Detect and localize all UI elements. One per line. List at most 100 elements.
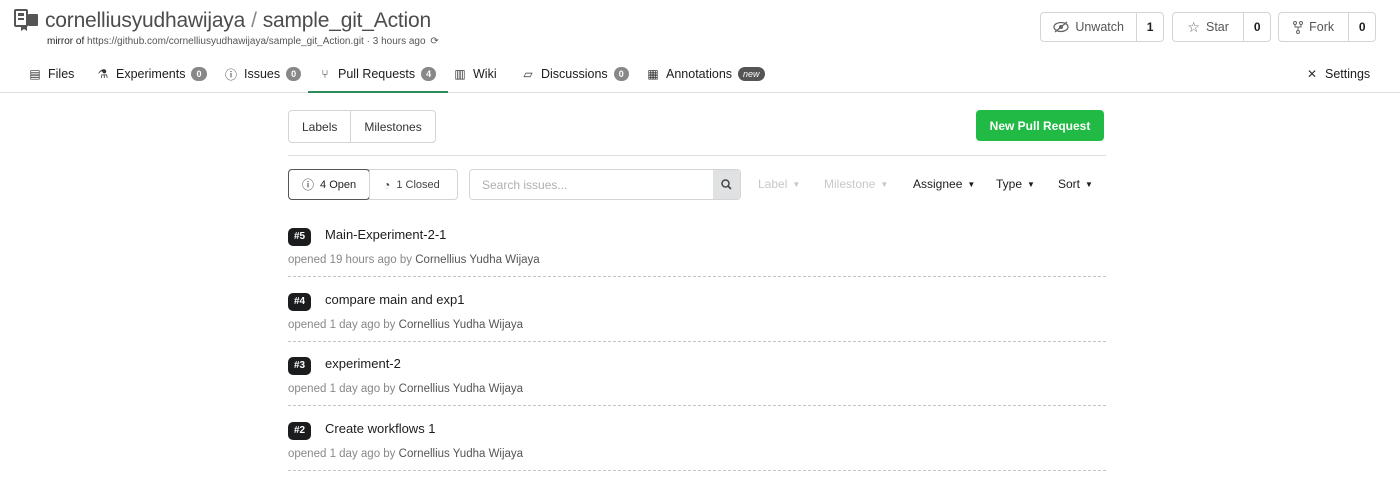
- pr-author-link[interactable]: Cornellius Yudha Wijaya: [399, 448, 523, 460]
- closed-count-label: 1 Closed: [396, 178, 440, 191]
- pr-opened-text: opened 1 day ago by: [288, 383, 396, 395]
- tab-pull-requests[interactable]: ⑂ Pull Requests 4: [308, 56, 449, 93]
- fork-button-group: Fork 0: [1278, 12, 1376, 42]
- fork-button[interactable]: Fork: [1279, 13, 1350, 41]
- mirror-info: mirror of https://github.com/cornelliusy…: [47, 36, 439, 47]
- milestone-filter-dropdown: Milestone ▼: [824, 177, 888, 191]
- tab-label: Annotations: [666, 67, 733, 81]
- forks-count[interactable]: 0: [1349, 13, 1375, 41]
- star-label: Star: [1205, 20, 1229, 34]
- pr-meta: opened 1 day ago by Cornellius Yudha Wij…: [288, 448, 523, 460]
- pr-number-badge: #5: [288, 228, 312, 246]
- tab-label: Issues: [244, 67, 281, 81]
- pr-author-link[interactable]: Cornellius Yudha Wijaya: [399, 319, 523, 331]
- stars-count[interactable]: 0: [1244, 13, 1270, 41]
- sort-dropdown[interactable]: Sort ▼: [1058, 177, 1093, 191]
- pr-author-link[interactable]: Cornellius Yudha Wijaya: [415, 254, 539, 266]
- caret-down-icon: ▼: [967, 179, 976, 189]
- tab-label: Files: [48, 67, 75, 81]
- type-filter-label: Type: [996, 177, 1023, 191]
- fork-icon: [1293, 20, 1304, 34]
- pr-number-badge: #2: [288, 422, 312, 440]
- state-toggle: ⓘ 4 Open ◔ 1 Closed: [288, 169, 459, 200]
- tab-issues[interactable]: ⓘ Issues 0: [224, 56, 302, 92]
- labels-button[interactable]: Labels: [289, 111, 350, 142]
- list-item: #4 compare main and exp1 opened 1 day ag…: [288, 292, 1106, 342]
- assignee-filter-dropdown[interactable]: Assignee ▼: [913, 177, 975, 191]
- pr-number-badge: #3: [288, 357, 312, 375]
- issue-closed-icon: ◔: [383, 177, 391, 192]
- fork-label: Fork: [1309, 20, 1335, 34]
- list-item: #3 experiment-2 opened 1 day ago by Corn…: [288, 356, 1106, 406]
- tab-discussions[interactable]: ▱ Discussions 0: [521, 56, 629, 92]
- pr-opened-text: opened 1 day ago by: [288, 448, 396, 460]
- tab-settings[interactable]: ✕ Settings: [1305, 56, 1370, 92]
- pull-request-icon: ⑂: [321, 66, 329, 81]
- book-icon: ▥: [454, 67, 466, 81]
- tab-wiki[interactable]: ▥ Wiki: [453, 56, 497, 92]
- comments-icon: ▱: [523, 67, 533, 81]
- tab-badge: 0: [613, 67, 629, 81]
- tab-label: Wiki: [473, 67, 497, 81]
- search-icon: [721, 179, 732, 190]
- tools-icon: ✕: [1306, 67, 1318, 81]
- sync-icon[interactable]: ⟳: [430, 36, 438, 47]
- repo-header: cornelliusyudhawijaya / sample_git_Action …: [0, 0, 1400, 56]
- caret-down-icon: ▼: [792, 179, 801, 189]
- tab-label: Settings: [1325, 67, 1371, 81]
- star-icon: ☆: [1187, 18, 1200, 35]
- star-button-group: ☆ Star 0: [1172, 12, 1271, 42]
- annotation-icon: ▦: [647, 67, 659, 81]
- repo-name-link[interactable]: sample_git_Action: [263, 9, 431, 32]
- new-badge: new: [738, 67, 765, 81]
- issue-open-icon: ⓘ: [302, 178, 315, 192]
- unwatch-button[interactable]: Unwatch: [1041, 13, 1138, 41]
- star-button[interactable]: ☆ Star: [1173, 13, 1245, 41]
- tab-files[interactable]: ▤ Files: [28, 56, 74, 92]
- eye-slash-icon: [1053, 21, 1069, 33]
- caret-down-icon: ▼: [880, 179, 889, 189]
- pr-title-link[interactable]: Main-Experiment-2-1: [325, 227, 446, 242]
- pr-meta: opened 19 hours ago by Cornellius Yudha …: [288, 254, 540, 266]
- search-input[interactable]: [470, 170, 713, 199]
- repo-mirror-icon: [14, 9, 38, 31]
- mirror-url-link[interactable]: https://github.com/cornelliusyudhawijaya…: [87, 36, 364, 47]
- closed-filter-button[interactable]: ◔ 1 Closed: [369, 170, 457, 199]
- unwatch-label: Unwatch: [1075, 20, 1124, 34]
- repo-owner-link[interactable]: cornelliusyudhawijaya: [45, 9, 245, 32]
- open-count-label: 4 Open: [320, 178, 357, 191]
- watchers-count[interactable]: 1: [1137, 13, 1163, 41]
- flask-icon: ⚗: [97, 67, 109, 81]
- pr-number-badge: #4: [288, 293, 312, 311]
- tab-experiments[interactable]: ⚗ Experiments 0: [96, 56, 207, 92]
- caret-down-icon: ▼: [1085, 179, 1093, 189]
- mirror-sync-time: · 3 hours ago: [366, 36, 426, 47]
- pr-title-link[interactable]: Create workflows 1: [325, 421, 436, 436]
- tab-badge: 0: [286, 67, 302, 81]
- pr-author-link[interactable]: Cornellius Yudha Wijaya: [399, 383, 523, 395]
- tab-label: Discussions: [541, 67, 608, 81]
- label-filter-label: Label: [758, 177, 788, 191]
- watch-button-group: Unwatch 1: [1040, 12, 1164, 42]
- divider: [288, 155, 1106, 156]
- list-item: #5 Main-Experiment-2-1 opened 19 hours a…: [288, 227, 1106, 277]
- milestones-button[interactable]: Milestones: [350, 111, 434, 142]
- labels-milestones-group: Labels Milestones: [288, 110, 436, 143]
- pr-title-link[interactable]: compare main and exp1: [325, 292, 464, 307]
- tab-annotations[interactable]: ▦ Annotations new: [646, 56, 765, 92]
- repo-separator: /: [251, 9, 257, 32]
- pr-title-link[interactable]: experiment-2: [325, 356, 401, 371]
- caret-down-icon: ▼: [1027, 179, 1035, 189]
- issue-icon: ⓘ: [224, 67, 237, 82]
- file-icon: ▤: [29, 67, 41, 81]
- search-box: [469, 169, 741, 200]
- pr-meta: opened 1 day ago by Cornellius Yudha Wij…: [288, 319, 523, 331]
- repo-tabs: ▤ Files ⚗ Experiments 0 ⓘ Issues 0 ⑂ Pul…: [0, 56, 1400, 93]
- new-pull-request-button[interactable]: New Pull Request: [976, 110, 1104, 141]
- type-filter-dropdown[interactable]: Type ▼: [996, 177, 1035, 191]
- tab-label: Experiments: [116, 67, 186, 81]
- label-filter-dropdown: Label ▼: [758, 177, 800, 191]
- repo-title: cornelliusyudhawijaya / sample_git_Action: [45, 9, 431, 33]
- search-button[interactable]: [713, 170, 740, 199]
- open-filter-button[interactable]: ⓘ 4 Open: [288, 169, 371, 200]
